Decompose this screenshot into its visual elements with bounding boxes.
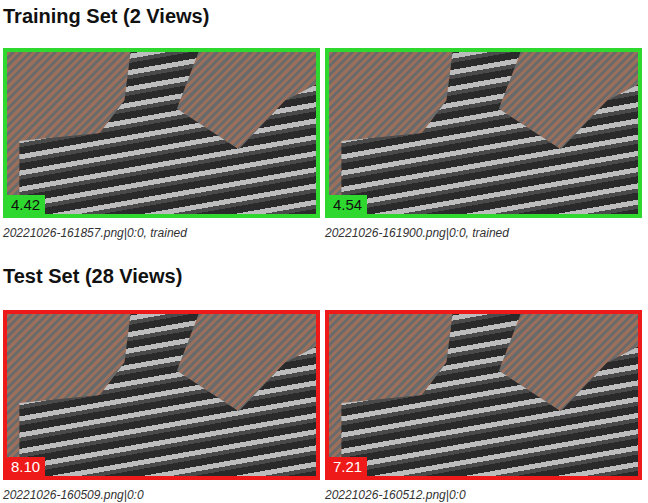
- part-region: [329, 52, 638, 214]
- view-frame: 4.42: [3, 48, 320, 218]
- view-caption: 20221026-161857.png|0:0, trained: [3, 226, 320, 240]
- view-list: 4.42 20221026-161857.png|0:0, trained 4.54…: [3, 48, 648, 240]
- view-image: [329, 52, 638, 214]
- set-heading: Training Set (2 Views): [3, 4, 648, 28]
- part-region: [7, 52, 316, 214]
- view-caption: 20221026-160509.png|0:0: [3, 488, 320, 502]
- view-frame: 7.21: [325, 310, 642, 480]
- view-set: Training Set (2 Views) 4.42 20221026-16185…: [3, 4, 648, 240]
- view-card[interactable]: 4.42 20221026-161857.png|0:0, trained: [3, 48, 320, 240]
- view-caption: 20221026-160512.png|0:0: [325, 488, 642, 502]
- view-card[interactable]: 4.54 20221026-161900.png|0:0, trained: [325, 48, 642, 240]
- score-badge: 4.42: [7, 195, 45, 214]
- view-image: [329, 314, 638, 476]
- view-image: [7, 52, 316, 214]
- view-image: [7, 314, 316, 476]
- view-caption: 20221026-161900.png|0:0, trained: [325, 226, 642, 240]
- score-badge: 7.21: [329, 457, 367, 476]
- score-badge: 8.10: [7, 457, 45, 476]
- view-set: Test Set (28 Views) 8.10 20221026-160509.p…: [3, 264, 648, 502]
- set-heading: Test Set (28 Views): [3, 264, 648, 288]
- view-frame: 4.54: [325, 48, 642, 218]
- view-list: 8.10 20221026-160509.png|0:0 7.21 20221026-…: [3, 310, 648, 502]
- view-card[interactable]: 7.21 20221026-160512.png|0:0: [325, 310, 642, 502]
- view-frame: 8.10: [3, 310, 320, 480]
- part-region: [329, 314, 638, 476]
- score-badge: 4.54: [329, 195, 367, 214]
- part-region: [7, 314, 316, 476]
- view-gallery: Training Set (2 Views) 4.42 20221026-16185…: [0, 0, 648, 503]
- view-card[interactable]: 8.10 20221026-160509.png|0:0: [3, 310, 320, 502]
